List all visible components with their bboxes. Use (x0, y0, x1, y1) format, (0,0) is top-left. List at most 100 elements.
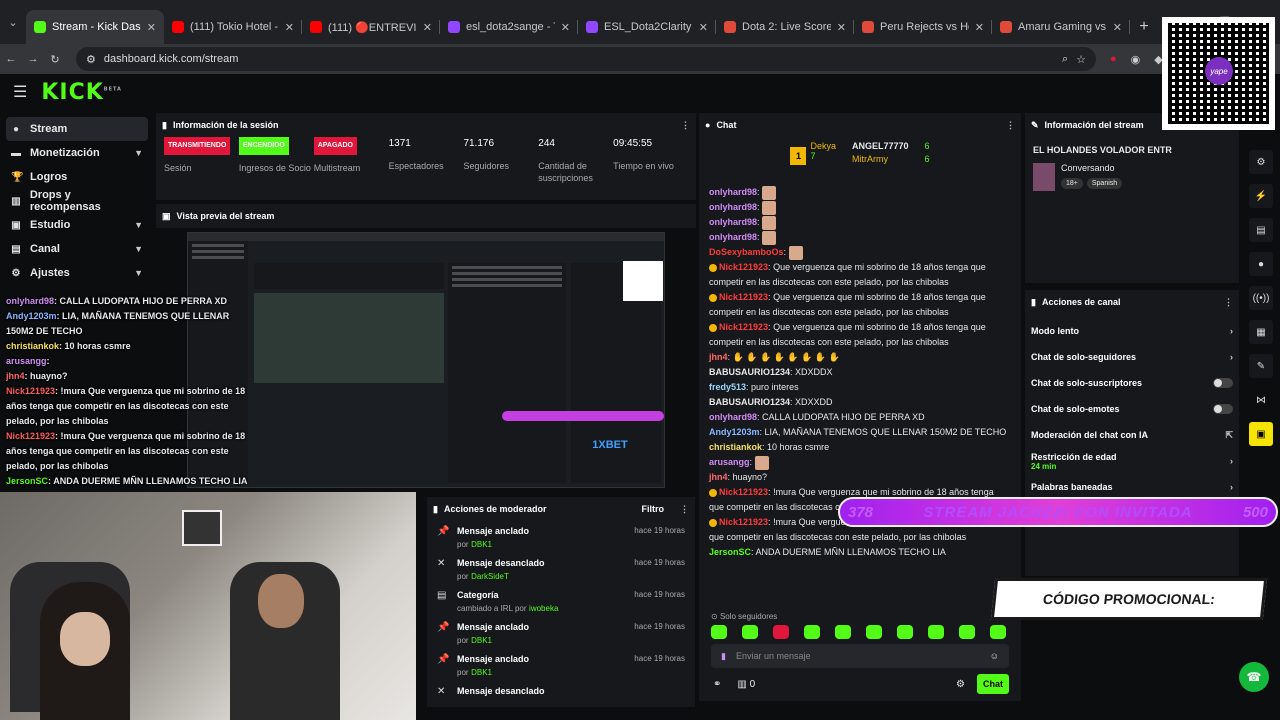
link-icon[interactable]: ⚭ (713, 679, 721, 690)
wrench-icon[interactable]: ✎ (1249, 354, 1273, 378)
chat-username[interactable]: DoSexybamboOs (709, 247, 784, 257)
browser-tab[interactable]: esl_dota2sange - Twitch ✕ (440, 10, 578, 44)
emote-icon[interactable] (990, 625, 1006, 639)
chat-username[interactable]: onlyhard98 (709, 412, 757, 422)
extension-icon[interactable]: ● (1110, 53, 1117, 66)
more-options-icon[interactable]: ⋮ (680, 504, 689, 515)
chevron-right-icon[interactable]: › (1230, 482, 1233, 492)
tab-close-icon[interactable]: ✕ (423, 21, 432, 34)
browser-tab[interactable]: Dota 2: Live Score with ne ✕ (716, 10, 854, 44)
chat-input[interactable]: ▮ Enviar un mensaje ☺ (711, 644, 1009, 668)
emote-icon[interactable] (928, 625, 944, 639)
chevron-down-icon[interactable]: ▼ (134, 244, 143, 254)
chat-username[interactable]: Nick121923 (719, 292, 768, 302)
emote-icon[interactable] (835, 625, 851, 639)
tab-close-icon[interactable]: ✕ (147, 21, 156, 34)
extension-icon[interactable]: ◉ (1131, 53, 1141, 66)
toggle-switch[interactable] (1213, 378, 1233, 388)
emote-icon[interactable] (711, 625, 727, 639)
chat-username[interactable]: Nick121923 (719, 517, 768, 527)
channel-action-row[interactable]: Moderación del chat con IA ⇱ (1025, 422, 1239, 448)
channel-action-row[interactable]: Chat de solo-suscriptores (1025, 370, 1239, 396)
back-icon[interactable]: ← (0, 53, 22, 65)
chat-username[interactable]: Andy1203m (709, 427, 760, 437)
chat-username[interactable]: Nick121923 (719, 262, 768, 272)
toggle-switch[interactable] (1213, 404, 1233, 414)
lightning-icon[interactable]: ⚡ (1249, 184, 1273, 208)
emoji-picker-icon[interactable]: ☺ (990, 651, 999, 661)
chat-username[interactable]: onlyhard98 (709, 232, 757, 242)
chat-settings-icon[interactable]: ⚙ (956, 679, 965, 690)
sidebar-item[interactable]: ▬ Monetización ▼ (6, 141, 148, 165)
zoom-icon[interactable]: ⌕ (1062, 53, 1068, 66)
sidebar-item[interactable]: ● Stream (6, 117, 148, 141)
chevron-down-icon[interactable]: ▼ (134, 220, 143, 230)
emote-icon[interactable] (742, 625, 758, 639)
url-field[interactable]: ⚙ dashboard.kick.com/stream ⌕ ☆ (76, 47, 1096, 71)
more-options-icon[interactable]: ⋮ (681, 120, 690, 131)
emote-icon[interactable] (804, 625, 820, 639)
kick-logo[interactable]: KICKBETA (41, 80, 122, 105)
emote-icon[interactable] (959, 625, 975, 639)
sidebar-item[interactable]: ▤ Canal ▼ (6, 237, 148, 261)
bookmark-star-icon[interactable]: ☆ (1076, 53, 1086, 66)
clipboard-icon[interactable]: ▤ (1249, 218, 1273, 242)
channel-action-row[interactable]: Chat de solo-emotes (1025, 396, 1239, 422)
emote-icon[interactable] (866, 625, 882, 639)
chat-username[interactable]: jhn4 (709, 472, 728, 482)
tab-search-button[interactable]: ⌄ (0, 0, 26, 44)
forward-icon[interactable]: → (22, 53, 44, 65)
sidebar-item[interactable]: ▣ Estudio ▼ (6, 213, 148, 237)
browser-tab[interactable]: Amaru Gaming vs Looking ✕ (992, 10, 1130, 44)
emote-icon[interactable] (773, 625, 789, 639)
tab-close-icon[interactable]: ✕ (561, 21, 570, 34)
sidebar-item[interactable]: ▥ Drops y recompensas (6, 189, 148, 213)
chat-send-button[interactable]: Chat (977, 674, 1009, 694)
browser-tab[interactable]: Peru Rejects vs Heroic (Ja ✕ (854, 10, 992, 44)
settings-gear-icon[interactable]: ⚙ (1249, 150, 1273, 174)
points-counter[interactable]: ▥ 0 (737, 679, 755, 690)
chevron-right-icon[interactable]: › (1230, 352, 1233, 362)
chevron-right-icon[interactable]: › (1230, 326, 1233, 336)
external-link-icon[interactable]: ⇱ (1225, 430, 1233, 441)
browser-tab[interactable]: ESL_Dota2Clarity - Twitch ✕ (578, 10, 716, 44)
tab-close-icon[interactable]: ✕ (1113, 21, 1122, 34)
browser-tab[interactable]: (111) Tokio Hotel - Monso ✕ (164, 10, 302, 44)
chevron-right-icon[interactable]: › (1230, 456, 1233, 466)
document-icon[interactable]: ▦ (1249, 320, 1273, 344)
mic-icon[interactable]: ▮ (721, 651, 726, 662)
new-tab-button[interactable]: + (1130, 10, 1158, 44)
chevron-down-icon[interactable]: ▼ (134, 268, 143, 278)
chat-username[interactable]: Nick121923 (719, 322, 768, 332)
tab-close-icon[interactable]: ✕ (837, 21, 846, 34)
share-icon[interactable]: ⋈ (1249, 388, 1273, 412)
chat-username[interactable]: Nick121923 (719, 487, 768, 497)
help-chat-icon[interactable]: ☎ (1239, 662, 1269, 692)
tab-close-icon[interactable]: ✕ (975, 21, 984, 34)
chat-username[interactable]: JersonSC (709, 547, 751, 557)
chat-username[interactable]: jhn4 (709, 352, 728, 362)
tab-close-icon[interactable]: ✕ (699, 21, 708, 34)
browser-tab[interactable]: Stream - Kick Dashboard ✕ (26, 10, 164, 44)
hamburger-menu-icon[interactable]: ☰ (13, 82, 27, 102)
channel-action-row[interactable]: Chat de solo-seguidores › (1025, 344, 1239, 370)
chat-bubble-icon[interactable]: ● (1249, 252, 1273, 276)
chevron-down-icon[interactable]: ▼ (134, 148, 143, 158)
chat-username[interactable]: BABUSAURIO1234 (709, 397, 790, 407)
channel-action-row[interactable]: Modo lento › (1025, 318, 1239, 344)
sidebar-item[interactable]: ⚙ Ajustes ▼ (6, 261, 148, 285)
more-options-icon[interactable]: ⋮ (1224, 297, 1233, 308)
chat-username[interactable]: BABUSAURIO1234 (709, 367, 790, 377)
chat-username[interactable]: christiankok (709, 442, 762, 452)
chat-username[interactable]: fredy513 (709, 382, 746, 392)
chat-username[interactable]: onlyhard98 (709, 217, 757, 227)
yellow-widget-icon[interactable]: ▣ (1249, 422, 1273, 446)
broadcast-icon[interactable]: ((•)) (1249, 286, 1273, 310)
filter-button[interactable]: Filtro (642, 504, 665, 514)
chat-username[interactable]: onlyhard98 (709, 202, 757, 212)
tab-close-icon[interactable]: ✕ (285, 21, 294, 34)
sidebar-item[interactable]: 🏆 Logros (6, 165, 148, 189)
channel-action-row[interactable]: Restricción de edad 24 min › (1025, 448, 1239, 474)
chat-username[interactable]: arusangg (709, 457, 750, 467)
site-info-icon[interactable]: ⚙ (86, 53, 96, 66)
